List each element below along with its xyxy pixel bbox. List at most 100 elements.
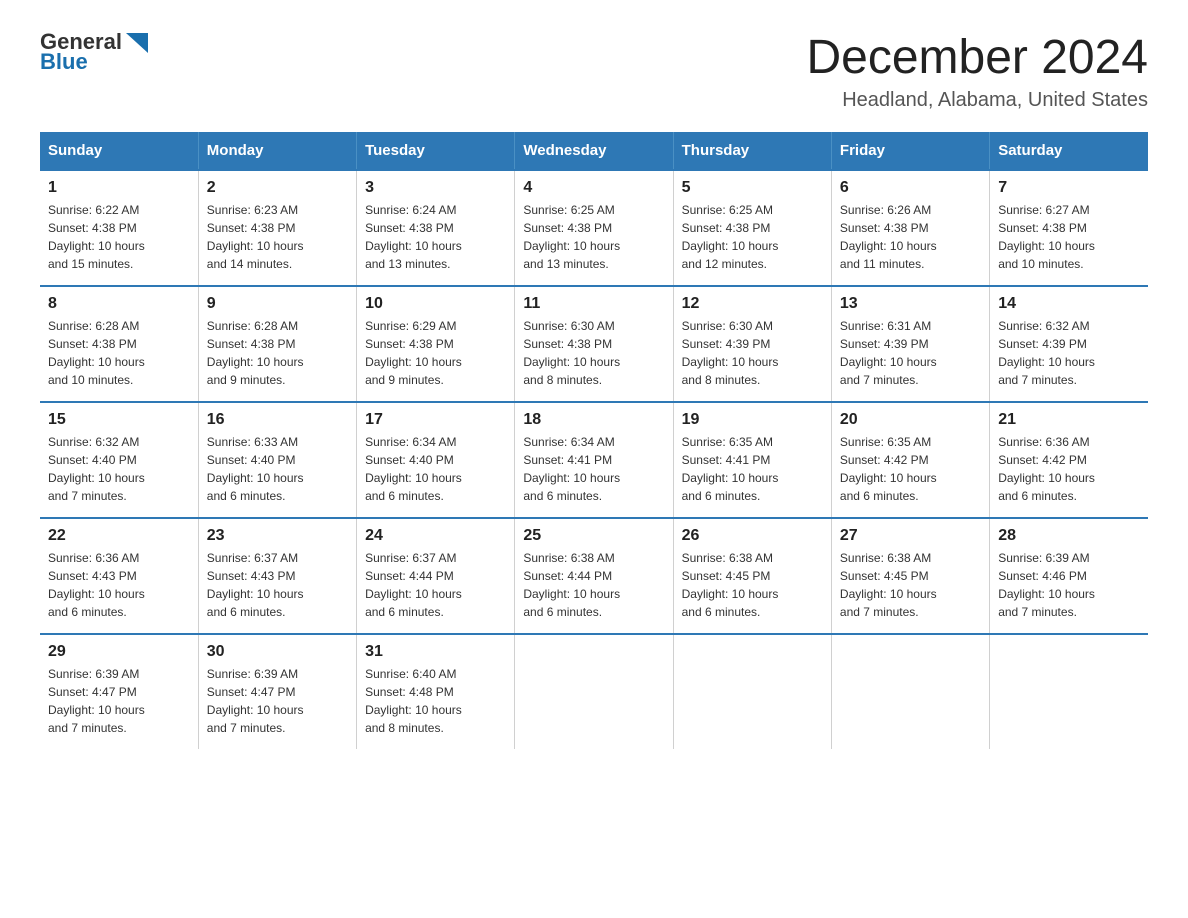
day-number: 22 [48, 527, 190, 545]
calendar-cell: 30 Sunrise: 6:39 AM Sunset: 4:47 PM Dayli… [198, 634, 356, 749]
calendar-cell: 15 Sunrise: 6:32 AM Sunset: 4:40 PM Dayli… [40, 402, 198, 518]
day-number: 26 [682, 527, 823, 545]
calendar-week-row: 8 Sunrise: 6:28 AM Sunset: 4:38 PM Daylig… [40, 286, 1148, 402]
day-info: Sunrise: 6:35 AM Sunset: 4:41 PM Dayligh… [682, 433, 823, 505]
day-number: 31 [365, 643, 506, 661]
day-number: 6 [840, 179, 981, 197]
calendar-week-row: 1 Sunrise: 6:22 AM Sunset: 4:38 PM Daylig… [40, 170, 1148, 286]
day-number: 14 [998, 295, 1140, 313]
day-number: 10 [365, 295, 506, 313]
calendar-cell: 25Sunrise: 6:38 AM Sunset: 4:44 PM Dayli… [515, 518, 673, 634]
calendar-cell: 14 Sunrise: 6:32 AM Sunset: 4:39 PM Dayli… [990, 286, 1148, 402]
weekday-header-thursday: Thursday [673, 132, 831, 170]
calendar-cell: 31 Sunrise: 6:40 AM Sunset: 4:48 PM Dayli… [357, 634, 515, 749]
day-number: 12 [682, 295, 823, 313]
day-info: Sunrise: 6:27 AM Sunset: 4:38 PM Dayligh… [998, 201, 1140, 273]
weekday-header-wednesday: Wednesday [515, 132, 673, 170]
day-number: 27 [840, 527, 981, 545]
day-info: Sunrise: 6:23 AM Sunset: 4:38 PM Dayligh… [207, 201, 348, 273]
day-number: 29 [48, 643, 190, 661]
calendar-week-row: 15 Sunrise: 6:32 AM Sunset: 4:40 PM Dayli… [40, 402, 1148, 518]
day-number: 2 [207, 179, 348, 197]
day-number: 21 [998, 411, 1140, 429]
day-info: Sunrise: 6:39 AM Sunset: 4:47 PM Dayligh… [48, 665, 190, 737]
day-info: Sunrise: 6:35 AM Sunset: 4:42 PM Dayligh… [840, 433, 981, 505]
calendar-table: SundayMondayTuesdayWednesdayThursdayFrid… [40, 132, 1148, 749]
logo: General Blue [40, 30, 148, 74]
day-info: Sunrise: 6:36 AM Sunset: 4:43 PM Dayligh… [48, 549, 190, 621]
calendar-cell: 5 Sunrise: 6:25 AM Sunset: 4:38 PM Daylig… [673, 170, 831, 286]
weekday-header-saturday: Saturday [990, 132, 1148, 170]
day-number: 8 [48, 295, 190, 313]
day-info: Sunrise: 6:25 AM Sunset: 4:38 PM Dayligh… [682, 201, 823, 273]
day-number: 16 [207, 411, 348, 429]
weekday-header-row: SundayMondayTuesdayWednesdayThursdayFrid… [40, 132, 1148, 170]
day-number: 28 [998, 527, 1140, 545]
calendar-cell: 23 Sunrise: 6:37 AM Sunset: 4:43 PM Dayli… [198, 518, 356, 634]
calendar-cell: 9Sunrise: 6:28 AM Sunset: 4:38 PM Daylig… [198, 286, 356, 402]
day-number: 25 [523, 527, 664, 545]
day-info: Sunrise: 6:28 AM Sunset: 4:38 PM Dayligh… [48, 317, 190, 389]
calendar-cell: 16Sunrise: 6:33 AM Sunset: 4:40 PM Dayli… [198, 402, 356, 518]
day-number: 19 [682, 411, 823, 429]
day-info: Sunrise: 6:32 AM Sunset: 4:40 PM Dayligh… [48, 433, 190, 505]
day-number: 20 [840, 411, 981, 429]
calendar-cell: 27 Sunrise: 6:38 AM Sunset: 4:45 PM Dayli… [831, 518, 989, 634]
calendar-cell: 6 Sunrise: 6:26 AM Sunset: 4:38 PM Daylig… [831, 170, 989, 286]
day-info: Sunrise: 6:34 AM Sunset: 4:41 PM Dayligh… [523, 433, 664, 505]
calendar-cell: 7 Sunrise: 6:27 AM Sunset: 4:38 PM Daylig… [990, 170, 1148, 286]
calendar-cell: 28 Sunrise: 6:39 AM Sunset: 4:46 PM Dayli… [990, 518, 1148, 634]
day-info: Sunrise: 6:26 AM Sunset: 4:38 PM Dayligh… [840, 201, 981, 273]
day-number: 13 [840, 295, 981, 313]
day-info: Sunrise: 6:38 AM Sunset: 4:45 PM Dayligh… [840, 549, 981, 621]
weekday-header-sunday: Sunday [40, 132, 198, 170]
calendar-subtitle: Headland, Alabama, United States [806, 89, 1148, 112]
day-number: 11 [523, 295, 664, 313]
calendar-cell: 13 Sunrise: 6:31 AM Sunset: 4:39 PM Dayli… [831, 286, 989, 402]
day-number: 1 [48, 179, 190, 197]
calendar-cell: 8 Sunrise: 6:28 AM Sunset: 4:38 PM Daylig… [40, 286, 198, 402]
calendar-week-row: 22 Sunrise: 6:36 AM Sunset: 4:43 PM Dayli… [40, 518, 1148, 634]
calendar-cell [831, 634, 989, 749]
calendar-cell: 2 Sunrise: 6:23 AM Sunset: 4:38 PM Daylig… [198, 170, 356, 286]
day-info: Sunrise: 6:39 AM Sunset: 4:46 PM Dayligh… [998, 549, 1140, 621]
weekday-header-friday: Friday [831, 132, 989, 170]
day-info: Sunrise: 6:37 AM Sunset: 4:43 PM Dayligh… [207, 549, 348, 621]
page-header: General Blue December 2024 Headland, Ala… [40, 30, 1148, 112]
calendar-title: December 2024 [806, 30, 1148, 85]
day-number: 5 [682, 179, 823, 197]
day-info: Sunrise: 6:40 AM Sunset: 4:48 PM Dayligh… [365, 665, 506, 737]
day-number: 4 [523, 179, 664, 197]
day-info: Sunrise: 6:32 AM Sunset: 4:39 PM Dayligh… [998, 317, 1140, 389]
day-info: Sunrise: 6:39 AM Sunset: 4:47 PM Dayligh… [207, 665, 348, 737]
day-number: 23 [207, 527, 348, 545]
calendar-cell: 24 Sunrise: 6:37 AM Sunset: 4:44 PM Dayli… [357, 518, 515, 634]
calendar-cell [673, 634, 831, 749]
weekday-header-tuesday: Tuesday [357, 132, 515, 170]
calendar-cell [515, 634, 673, 749]
calendar-cell: 18 Sunrise: 6:34 AM Sunset: 4:41 PM Dayli… [515, 402, 673, 518]
calendar-week-row: 29 Sunrise: 6:39 AM Sunset: 4:47 PM Dayli… [40, 634, 1148, 749]
day-info: Sunrise: 6:22 AM Sunset: 4:38 PM Dayligh… [48, 201, 190, 273]
day-info: Sunrise: 6:31 AM Sunset: 4:39 PM Dayligh… [840, 317, 981, 389]
day-number: 7 [998, 179, 1140, 197]
calendar-cell: 3 Sunrise: 6:24 AM Sunset: 4:38 PM Daylig… [357, 170, 515, 286]
calendar-cell: 4Sunrise: 6:25 AM Sunset: 4:38 PM Daylig… [515, 170, 673, 286]
calendar-cell: 12 Sunrise: 6:30 AM Sunset: 4:39 PM Dayli… [673, 286, 831, 402]
day-number: 3 [365, 179, 506, 197]
day-number: 15 [48, 411, 190, 429]
day-number: 24 [365, 527, 506, 545]
day-info: Sunrise: 6:30 AM Sunset: 4:39 PM Dayligh… [682, 317, 823, 389]
day-number: 18 [523, 411, 664, 429]
day-info: Sunrise: 6:24 AM Sunset: 4:38 PM Dayligh… [365, 201, 506, 273]
day-info: Sunrise: 6:38 AM Sunset: 4:45 PM Dayligh… [682, 549, 823, 621]
logo-text-blue: Blue [40, 50, 148, 74]
day-number: 30 [207, 643, 348, 661]
calendar-cell: 1 Sunrise: 6:22 AM Sunset: 4:38 PM Daylig… [40, 170, 198, 286]
day-info: Sunrise: 6:37 AM Sunset: 4:44 PM Dayligh… [365, 549, 506, 621]
calendar-cell [990, 634, 1148, 749]
calendar-cell: 22 Sunrise: 6:36 AM Sunset: 4:43 PM Dayli… [40, 518, 198, 634]
day-info: Sunrise: 6:28 AM Sunset: 4:38 PM Dayligh… [207, 317, 348, 389]
day-info: Sunrise: 6:36 AM Sunset: 4:42 PM Dayligh… [998, 433, 1140, 505]
day-info: Sunrise: 6:34 AM Sunset: 4:40 PM Dayligh… [365, 433, 506, 505]
